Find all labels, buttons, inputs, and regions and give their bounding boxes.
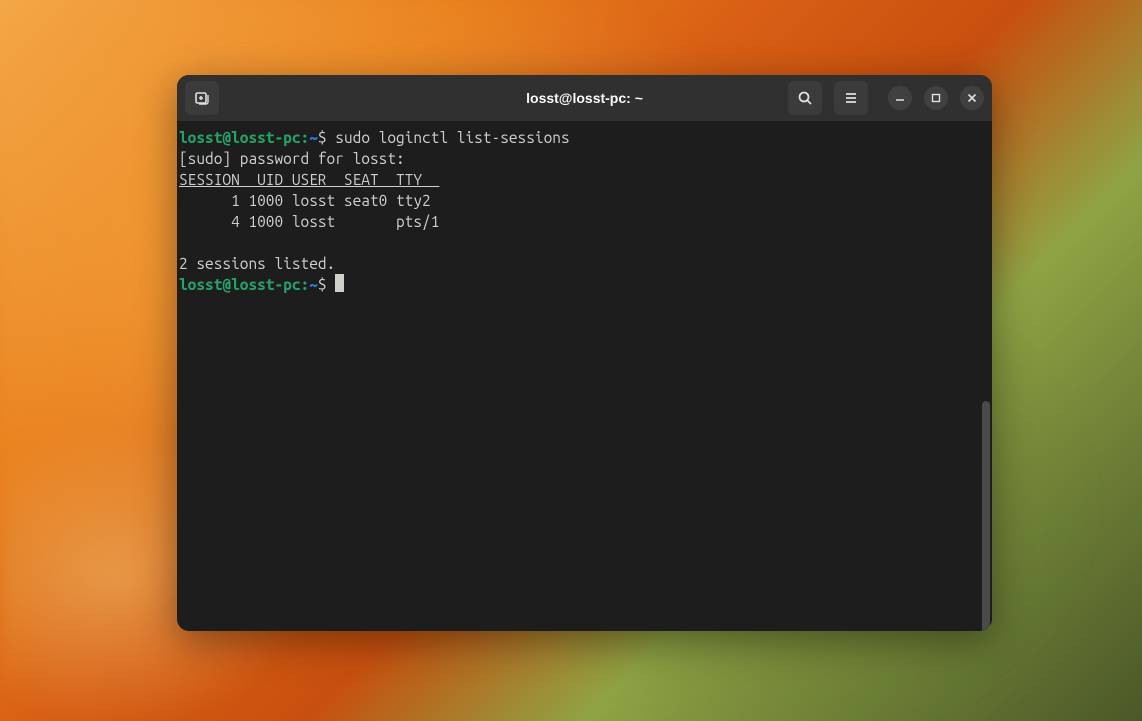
new-tab-icon [194, 90, 210, 106]
prompt-user-host: losst@losst-pc [179, 129, 301, 146]
search-icon [797, 90, 813, 106]
prompt-cwd: ~ [309, 129, 318, 146]
scrollbar[interactable] [982, 401, 990, 631]
prompt-user-host: losst@losst-pc [179, 276, 301, 293]
prompt-cwd: ~ [309, 276, 318, 293]
titlebar[interactable]: losst@losst-pc: ~ [177, 75, 992, 121]
new-tab-button[interactable] [185, 81, 219, 115]
terminal-window: losst@losst-pc: ~ [177, 75, 992, 631]
command-text: sudo loginctl list-sessions [335, 129, 569, 146]
search-button[interactable] [788, 81, 822, 115]
sudo-prompt: [sudo] password for losst: [179, 150, 405, 167]
terminal-body[interactable]: losst@losst-pc:~$ sudo loginctl list-ses… [177, 121, 992, 631]
titlebar-right [788, 81, 984, 115]
close-button[interactable] [960, 86, 984, 110]
minimize-button[interactable] [888, 86, 912, 110]
prompt-colon: : [301, 276, 310, 293]
titlebar-left [185, 81, 219, 115]
window-controls [888, 86, 984, 110]
table-row: 1 1000 losst seat0 tty2 [179, 192, 439, 209]
hamburger-icon [843, 90, 859, 106]
table-row: 4 1000 losst pts/1 [179, 213, 439, 230]
menu-button[interactable] [834, 81, 868, 115]
close-icon [967, 93, 977, 103]
summary-line: 2 sessions listed. [179, 255, 335, 272]
prompt-colon: : [301, 129, 310, 146]
maximize-icon [931, 93, 941, 103]
cursor [335, 274, 344, 292]
prompt-symbol: $ [318, 276, 327, 293]
maximize-button[interactable] [924, 86, 948, 110]
prompt-symbol: $ [318, 129, 327, 146]
table-header: SESSION UID USER SEAT TTY [179, 171, 439, 188]
window-title: losst@losst-pc: ~ [526, 90, 643, 106]
minimize-icon [895, 93, 905, 103]
